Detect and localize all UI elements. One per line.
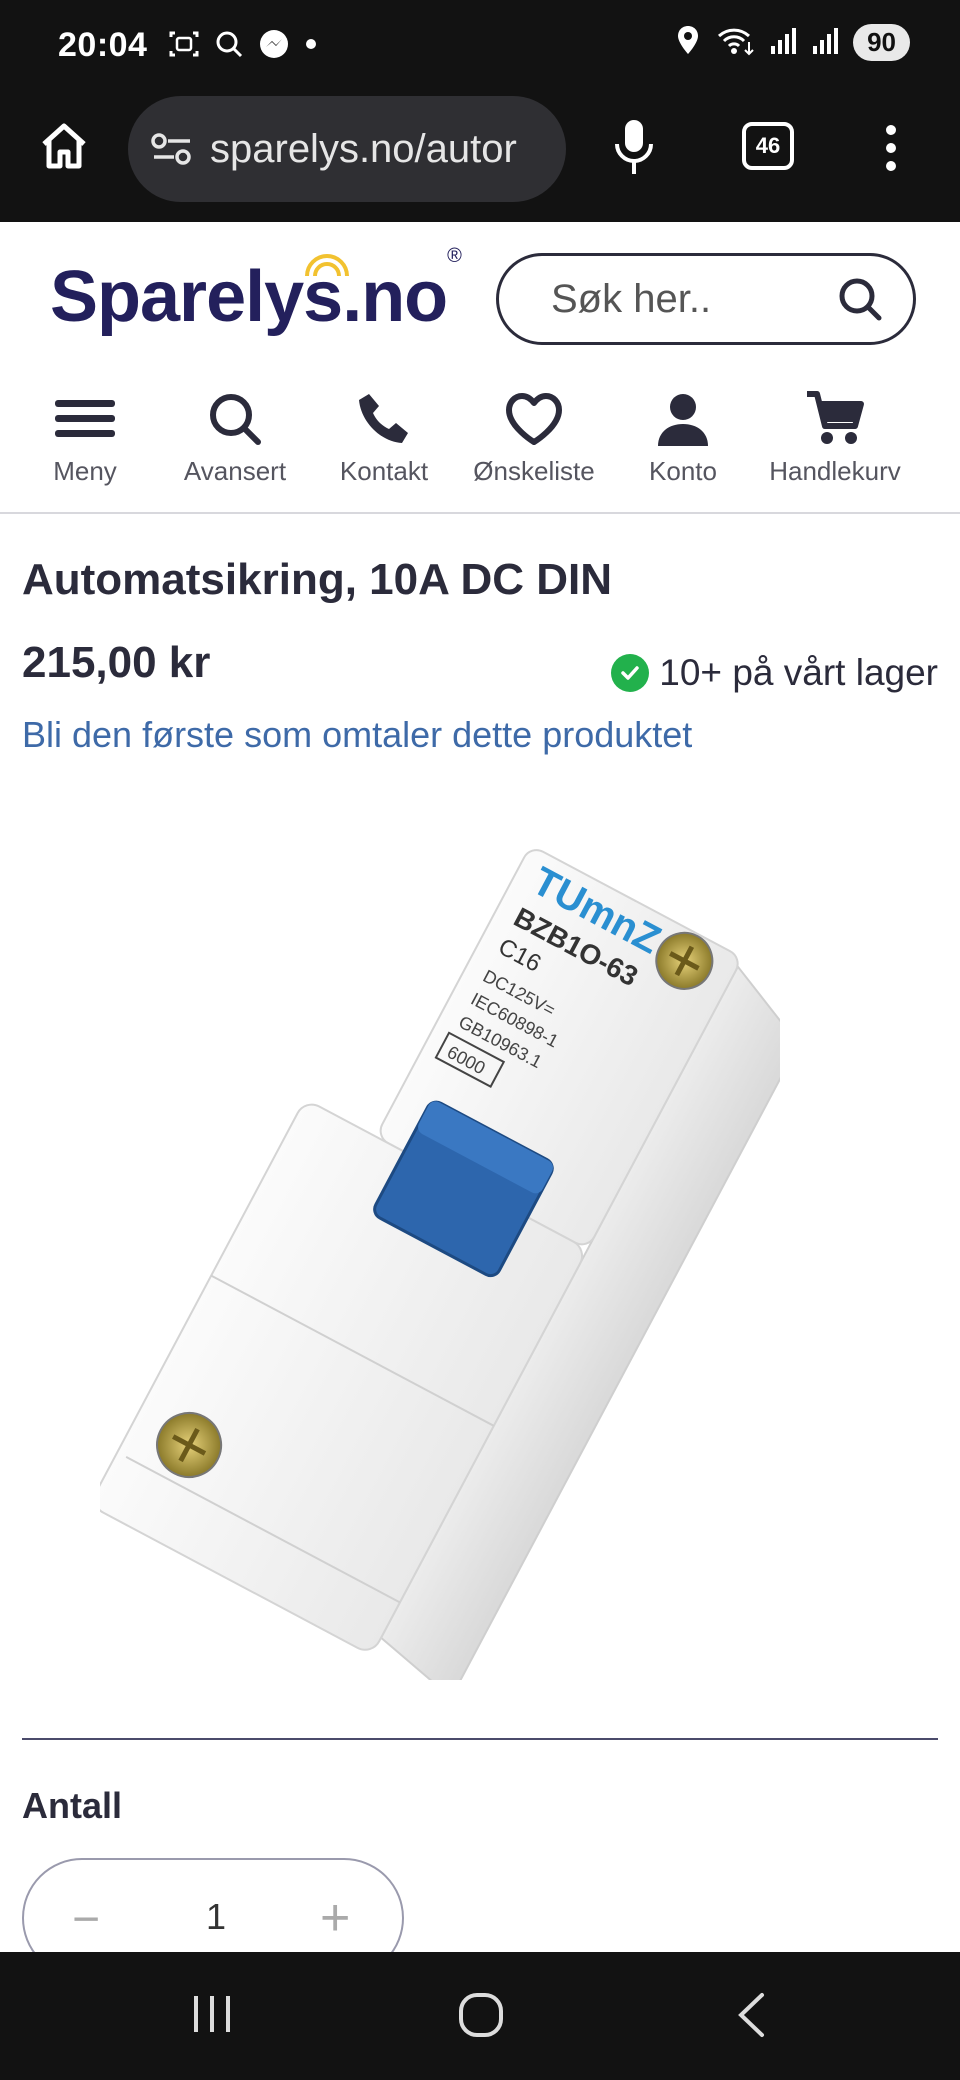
nav-label: Konto [649, 456, 717, 486]
search-icon [214, 29, 244, 64]
nav-label: Ønskeliste [473, 456, 595, 486]
microphone-icon[interactable] [612, 118, 656, 176]
heart-icon [506, 393, 562, 445]
hamburger-icon [55, 400, 115, 437]
phone-icon [359, 394, 408, 443]
logo-text: Sparelys.no [50, 257, 448, 337]
status-time: 20:04 [58, 26, 148, 64]
nav-label: Kontakt [339, 456, 429, 486]
search-box[interactable] [496, 253, 916, 345]
site-nav: Meny Avansert Kontakt Ønskeliste Konto H… [0, 390, 960, 500]
nav-label: Avansert [183, 456, 287, 486]
address-bar[interactable]: sparelys.no/autor [128, 96, 566, 202]
recent-apps-icon[interactable] [190, 1992, 234, 2036]
status-left-icons [168, 28, 318, 65]
nav-item-konto[interactable]: Konto [608, 390, 758, 487]
nav-item-onskeliste[interactable]: Ønskeliste [459, 390, 609, 487]
quantity-value[interactable]: 1 [206, 1896, 226, 1938]
stock-text: 10+ på vårt lager [659, 652, 938, 693]
location-icon [675, 24, 701, 61]
messenger-icon [258, 28, 290, 65]
home-button-icon[interactable] [458, 1992, 504, 2038]
home-icon[interactable] [38, 120, 90, 172]
more-menu-icon[interactable] [884, 124, 898, 172]
cart-icon [807, 391, 864, 444]
screenshot-icon [168, 28, 200, 65]
nav-label: Handlekurv [769, 456, 901, 486]
url-text: sparelys.no/autor [210, 126, 517, 171]
dot-icon [304, 37, 318, 56]
tab-switcher-button[interactable]: 46 [742, 122, 794, 170]
product-image[interactable]: TUmnZ BZB1O-63 C16 DC125V= IEC60898-1 GB… [93, 820, 800, 1700]
logo-light-rays-icon [305, 254, 349, 277]
search-icon [210, 394, 261, 445]
product-price: 215,00 kr [22, 638, 211, 687]
review-link[interactable]: Bli den første som omtaler dette produkt… [22, 714, 692, 756]
site-settings-icon[interactable] [150, 129, 194, 169]
registered-mark: ® [447, 245, 462, 267]
section-divider [22, 1738, 938, 1740]
site-logo[interactable]: Sparelys.no® [50, 245, 462, 338]
increase-button[interactable]: + [320, 1888, 350, 1948]
back-icon[interactable] [736, 1992, 766, 2038]
nav-label: Meny [53, 456, 117, 486]
nav-item-meny[interactable]: Meny [10, 390, 160, 487]
checkmark-icon [611, 654, 650, 692]
nav-item-handlekurv[interactable]: Handlekurv [760, 390, 910, 487]
decrease-button[interactable]: − [72, 1892, 100, 1947]
site-header: Sparelys.no® Meny Avansert Kontakt Ønske… [0, 222, 960, 514]
nav-item-avansert[interactable]: Avansert [160, 390, 310, 487]
user-icon [658, 394, 708, 446]
status-right-icons: 90 [675, 24, 910, 61]
search-icon[interactable] [837, 276, 883, 327]
wifi-icon [715, 24, 755, 61]
nav-item-kontakt[interactable]: Kontakt [309, 390, 459, 487]
product-title: Automatsikring, 10A DC DIN [22, 555, 613, 604]
signal-icon [769, 24, 797, 61]
signal-icon [811, 24, 839, 61]
browser-toolbar: sparelys.no/autor 46 [0, 96, 960, 222]
status-bar: 20:04 90 [0, 0, 960, 96]
system-navigation-bar [0, 1952, 960, 2080]
quantity-label: Antall [22, 1785, 123, 1826]
search-input[interactable] [549, 275, 833, 323]
tab-count: 46 [742, 122, 794, 170]
battery-indicator: 90 [853, 24, 910, 61]
stock-status: 10+ på vårt lager [611, 652, 938, 694]
